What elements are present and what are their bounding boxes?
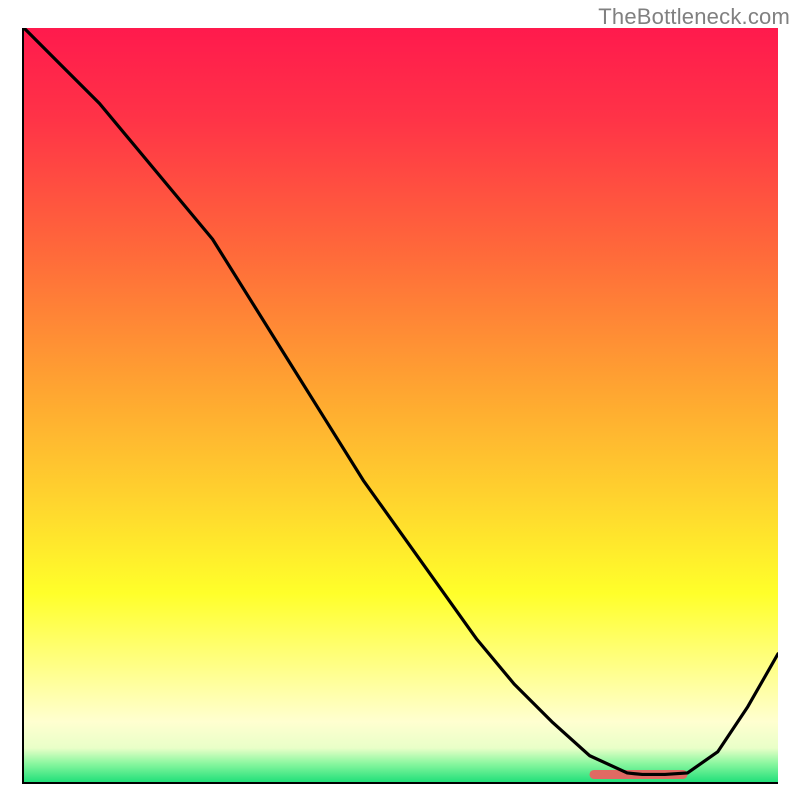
gradient-background: [24, 28, 778, 782]
chart-frame: TheBottleneck.com: [0, 0, 800, 800]
plot-area: [22, 28, 778, 784]
attribution-text: TheBottleneck.com: [598, 4, 790, 30]
plot-svg: [24, 28, 778, 782]
